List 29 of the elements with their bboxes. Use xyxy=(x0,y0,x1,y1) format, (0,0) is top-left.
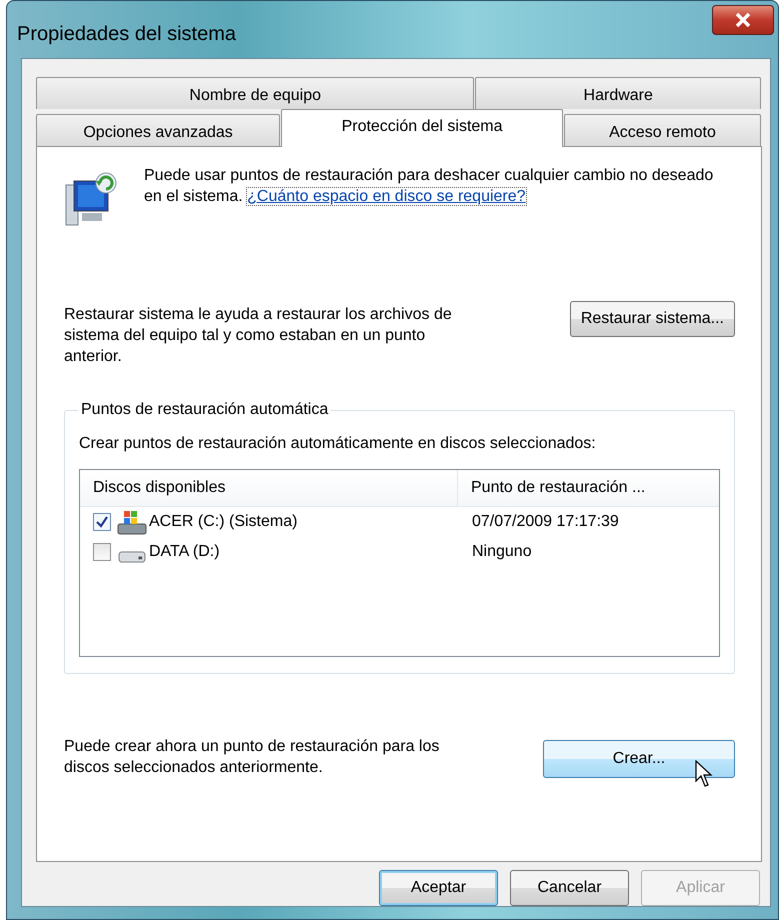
system-drive-icon xyxy=(117,509,147,535)
restore-system-button[interactable]: Restaurar sistema... xyxy=(570,301,735,337)
column-header[interactable]: Punto de restauración ... xyxy=(458,479,646,497)
tab[interactable]: Opciones avanzadas xyxy=(36,114,280,146)
disk-space-link[interactable]: ¿Cuánto espacio en disco se requiere? xyxy=(247,188,526,205)
create-button[interactable]: Crear... xyxy=(543,740,735,778)
column-header[interactable]: Discos disponibles xyxy=(80,470,458,506)
tab[interactable]: Nombre de equipo xyxy=(36,77,474,109)
checkbox[interactable] xyxy=(93,513,111,531)
dialog-button[interactable]: Aceptar xyxy=(379,870,498,906)
checkbox[interactable] xyxy=(93,543,111,561)
tab[interactable]: Hardware xyxy=(475,77,761,109)
group-title: Puntos de restauración automática xyxy=(80,401,330,419)
create-description: Puede crear ahora un punto de restauración para los discos seleccionados anteriormente. xyxy=(64,737,440,778)
window-title: Propiedades del sistema xyxy=(17,23,236,46)
dialog-button[interactable]: Cancelar xyxy=(510,870,629,906)
intro-text: Puede usar puntos de restauración para deshacer cualquier cambio no deseado en el sistema. ¿Cuánto espacio en disco se requiere? xyxy=(144,166,714,207)
tab[interactable]: Protección del sistema xyxy=(281,109,563,147)
disk-name: DATA (D:) xyxy=(149,543,220,561)
close-button[interactable] xyxy=(712,5,774,35)
restore-point-date: 07/07/2009 17:17:39 xyxy=(471,513,619,531)
drive-icon xyxy=(117,551,147,563)
restore-point-date: Ninguno xyxy=(471,543,532,561)
tab[interactable]: Acceso remoto xyxy=(564,114,761,146)
group-description: Crear puntos de restauración automáticamente en discos seleccionados: xyxy=(79,435,597,453)
restore-description: Restaurar sistema le ayuda a restaurar los archivos de sistema del equipo tal y como estaban en un punto anterior. xyxy=(64,305,453,367)
mouse-pointer-icon xyxy=(695,760,715,788)
disk-name: ACER (C:) (Sistema) xyxy=(149,513,298,531)
close-icon xyxy=(734,12,752,28)
